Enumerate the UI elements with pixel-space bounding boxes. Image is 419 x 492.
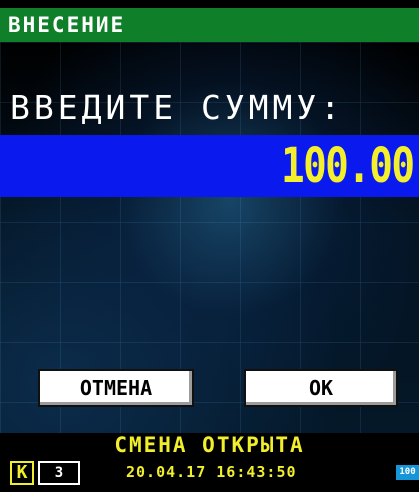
cancel-button[interactable]: ОТМЕНА	[38, 369, 194, 407]
pos-screen: ВНЕСЕНИЕ ВВЕДИТЕ СУММУ: 100.00 ОТМЕНА OK…	[0, 0, 419, 492]
shift-number: 3	[38, 461, 80, 485]
ok-button[interactable]: OK	[244, 369, 398, 407]
k-indicator: K	[10, 461, 34, 485]
datetime: 20.04.17 16:43:50	[126, 463, 297, 481]
shift-status: СМЕНА ОТКРЫТА	[0, 433, 419, 457]
battery-icon: 100	[396, 465, 419, 480]
status-bar: K 3 20.04.17 16:43:50 100	[0, 457, 419, 492]
amount-prompt: ВВЕДИТЕ СУММУ:	[10, 88, 345, 127]
window-title: ВНЕСЕНИЕ	[0, 8, 419, 42]
amount-value: 100.00	[280, 138, 415, 194]
main-panel: ВВЕДИТЕ СУММУ: 100.00 ОТМЕНА OK	[0, 42, 419, 434]
amount-input[interactable]: 100.00	[0, 135, 419, 197]
